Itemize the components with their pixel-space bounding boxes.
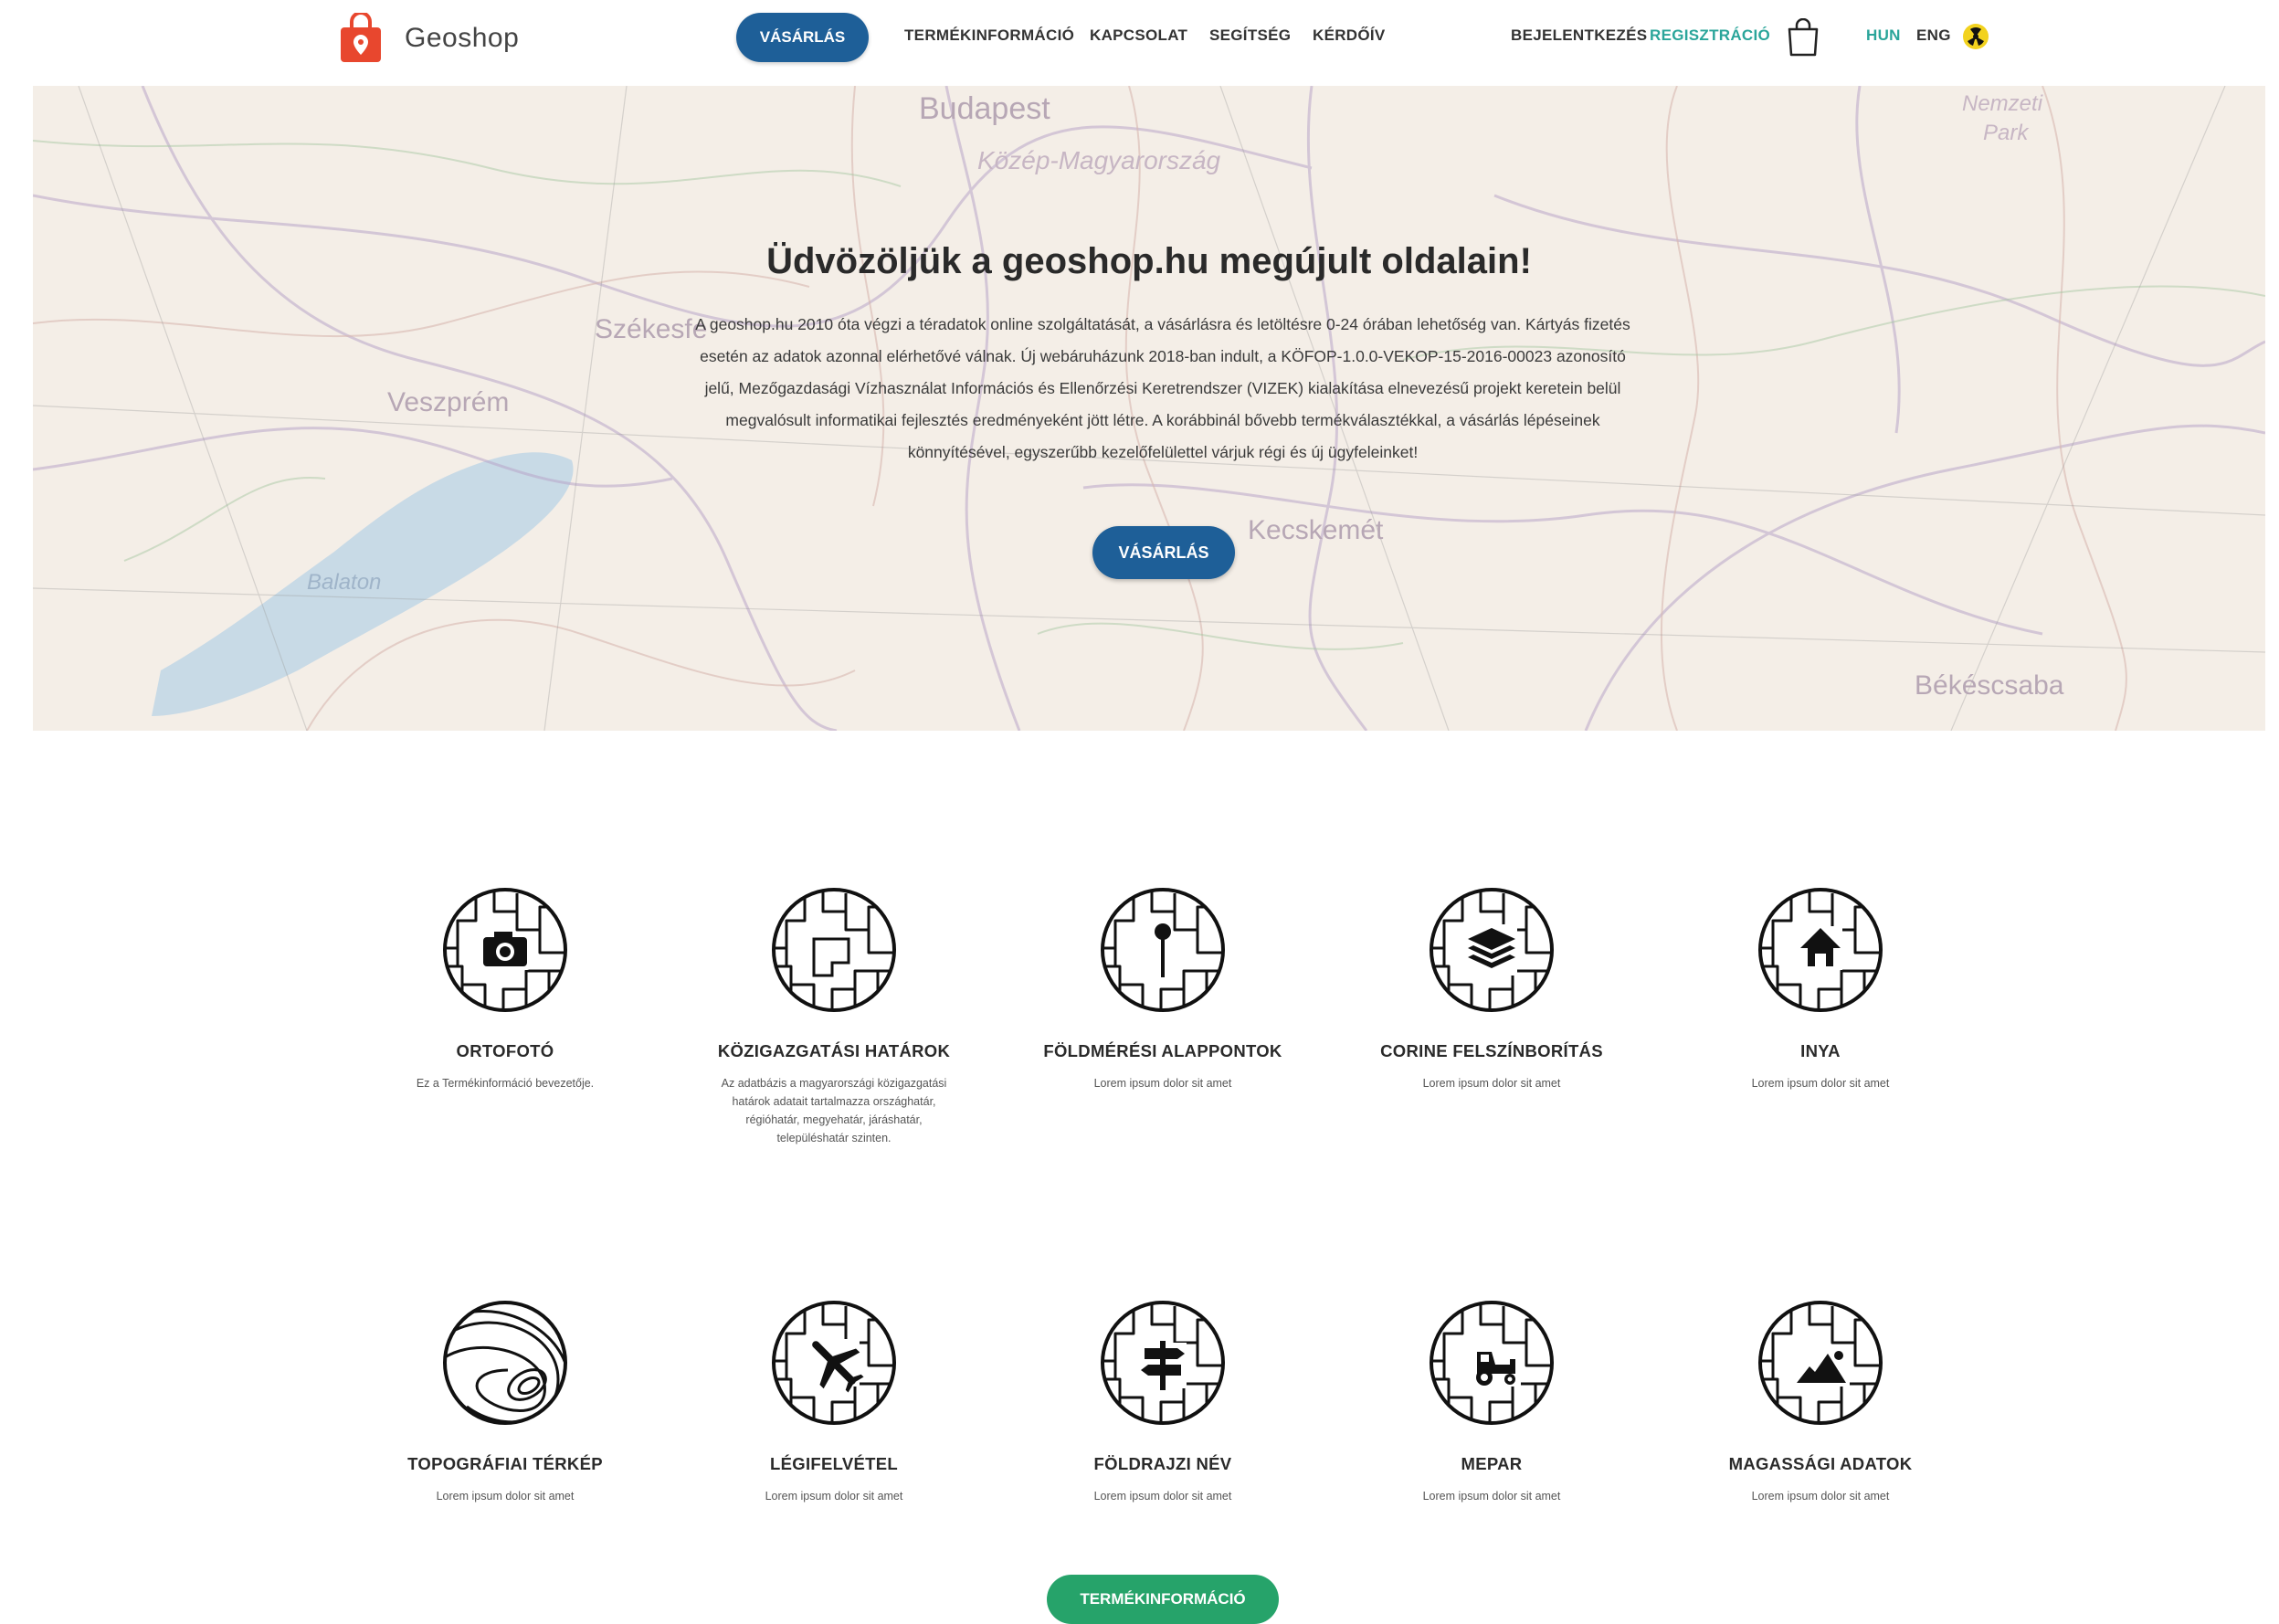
login-link[interactable]: BEJELENTKEZÉS	[1511, 26, 1647, 45]
product-description: Lorem ipsum dolor sit amet	[1751, 1490, 1890, 1503]
product-corine-felszinboritas[interactable]: CORINE FELSZÍNBORÍTÁS Lorem ipsum dolor …	[1341, 884, 1642, 1092]
product-name: FÖLDMÉRÉSI ALAPPONTOK	[1043, 1041, 1282, 1060]
product-description: Lorem ipsum dolor sit amet	[765, 1490, 903, 1503]
product-description: Lorem ipsum dolor sit amet	[436, 1490, 575, 1503]
product-description: Ez a Termékinformáció bevezetője.	[416, 1077, 595, 1090]
tractor-icon	[1426, 1297, 1557, 1429]
product-name: MAGASSÁGI ADATOK	[1728, 1454, 1913, 1473]
logo-text: Geoshop	[405, 23, 520, 53]
top-navbar: Geoshop VÁSÁRLÁS TERMÉKINFORMÁCIÓ KAPCSO…	[0, 0, 2279, 80]
map-label-nemzeti: Nemzeti	[1962, 91, 2043, 116]
product-description: Lorem ipsum dolor sit amet	[1093, 1077, 1232, 1090]
register-link[interactable]: REGISZTRÁCIÓ	[1650, 26, 1770, 45]
product-foldmeresi-alappontok[interactable]: FÖLDMÉRÉSI ALAPPONTOK Lorem ipsum dolor …	[1012, 884, 1314, 1092]
camera-icon	[439, 884, 571, 1016]
product-name: ORTOFOTÓ	[456, 1041, 554, 1060]
product-name: INYA	[1800, 1041, 1841, 1060]
product-name: MEPAR	[1461, 1454, 1523, 1473]
map-label-kozep-magyarorszag: Közép-Magyarország	[977, 146, 1221, 174]
plane-icon	[768, 1297, 900, 1429]
pin-icon	[1097, 884, 1229, 1016]
product-name: FÖLDRAJZI NÉV	[1093, 1454, 1232, 1473]
nav-kapcsolat[interactable]: KAPCSOLAT	[1090, 26, 1187, 45]
product-name: TOPOGRÁFIAI TÉRKÉP	[407, 1454, 603, 1473]
nav-segitseg[interactable]: SEGÍTSÉG	[1209, 26, 1291, 45]
map-label-veszprem: Veszprém	[387, 387, 510, 417]
contour-icon	[443, 1301, 567, 1425]
map-label-park: Park	[1983, 121, 2029, 145]
lang-eng[interactable]: ENG	[1916, 26, 1951, 45]
map-label-kecskemet: Kecskemét	[1248, 515, 1384, 545]
map-label-budapest: Budapest	[919, 91, 1050, 126]
hero-vasarlas-button[interactable]: VÁSÁRLÁS	[1092, 526, 1235, 579]
map-label-balaton: Balaton	[307, 570, 382, 595]
nav-kerdoiv[interactable]: KÉRDŐÍV	[1313, 26, 1386, 45]
nav-vasarlas[interactable]: VÁSÁRLÁS	[736, 13, 869, 62]
product-topografiai-terkep[interactable]: TOPOGRÁFIAI TÉRKÉP Lorem ipsum dolor sit…	[354, 1297, 656, 1505]
product-legifelvetel[interactable]: LÉGIFELVÉTEL Lorem ipsum dolor sit amet	[683, 1297, 985, 1505]
map-icon	[768, 884, 900, 1016]
accessibility-icon[interactable]	[1962, 23, 1989, 50]
hero-banner: Budapest Közép-Magyarország Nemzeti Park…	[33, 86, 2265, 731]
shopping-bag-logo-icon	[341, 13, 381, 62]
product-kozigazgatasi-hatarok[interactable]: KÖZIGAZGATÁSI HATÁROK Az adatbázis a mag…	[683, 884, 985, 1147]
product-ortofoto[interactable]: ORTOFOTÓ Ez a Termékinformáció bevezetőj…	[354, 884, 656, 1092]
signpost-icon	[1097, 1297, 1229, 1429]
product-name: LÉGIFELVÉTEL	[770, 1454, 898, 1473]
termekinformacio-button[interactable]: TERMÉKINFORMÁCIÓ	[1047, 1575, 1279, 1624]
product-foldrajzi-nev[interactable]: FÖLDRAJZI NÉV Lorem ipsum dolor sit amet	[1012, 1297, 1314, 1505]
nav-termekinformacio[interactable]: TERMÉKINFORMÁCIÓ	[904, 26, 1074, 45]
product-description: Lorem ipsum dolor sit amet	[1751, 1077, 1890, 1090]
lang-hun[interactable]: HUN	[1866, 26, 1901, 45]
product-description: Lorem ipsum dolor sit amet	[1093, 1490, 1232, 1503]
layers-icon	[1426, 884, 1557, 1016]
product-name: KÖZIGAZGATÁSI HATÁROK	[717, 1041, 951, 1060]
product-mepar[interactable]: MEPAR Lorem ipsum dolor sit amet	[1341, 1297, 1642, 1505]
map-label-szekesfehervar: Székesfe	[595, 314, 708, 344]
cart-icon[interactable]	[1787, 18, 1820, 57]
hero-title: Üdvözöljük a geoshop.hu megújult oldalai…	[766, 241, 1532, 281]
mountain-icon	[1755, 1297, 1886, 1429]
house-icon	[1755, 884, 1886, 1016]
product-name: CORINE FELSZÍNBORÍTÁS	[1380, 1041, 1603, 1060]
logo[interactable]: Geoshop	[339, 13, 519, 64]
map-label-bekescsaba: Békéscsaba	[1915, 670, 2064, 701]
product-magassagi-adatok[interactable]: MAGASSÁGI ADATOK Lorem ipsum dolor sit a…	[1670, 1297, 1971, 1505]
product-description: Az adatbázis a magyarországi közigazgatá…	[721, 1077, 947, 1144]
product-description: Lorem ipsum dolor sit amet	[1422, 1077, 1561, 1090]
product-description: Lorem ipsum dolor sit amet	[1422, 1490, 1561, 1503]
product-inya[interactable]: INYA Lorem ipsum dolor sit amet	[1670, 884, 1971, 1092]
hero-description: A geoshop.hu 2010 óta végzi a téradatok …	[695, 315, 1630, 461]
